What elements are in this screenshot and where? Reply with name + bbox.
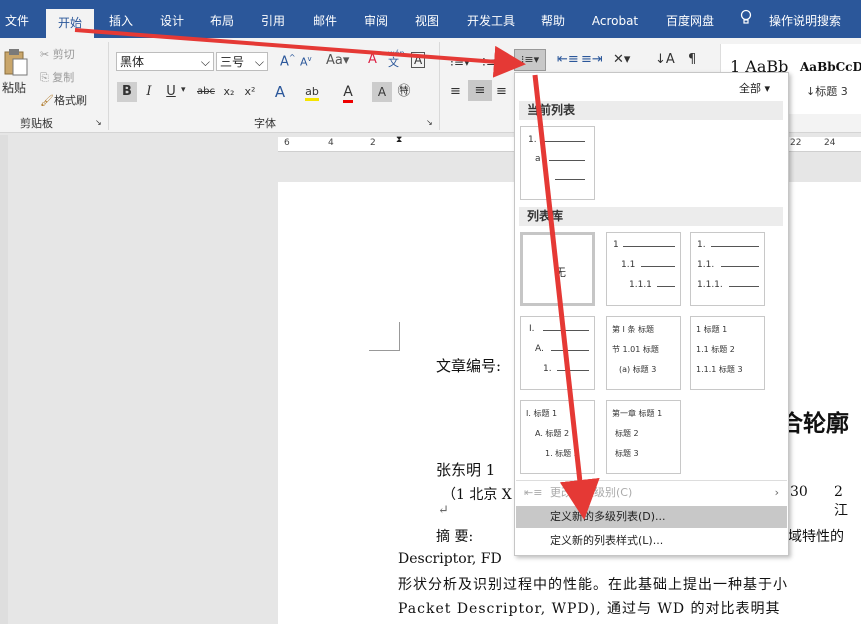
annotation-arrows	[74, 28, 600, 520]
annotation-arrow	[74, 28, 526, 78]
annotation-arrow	[532, 74, 600, 520]
